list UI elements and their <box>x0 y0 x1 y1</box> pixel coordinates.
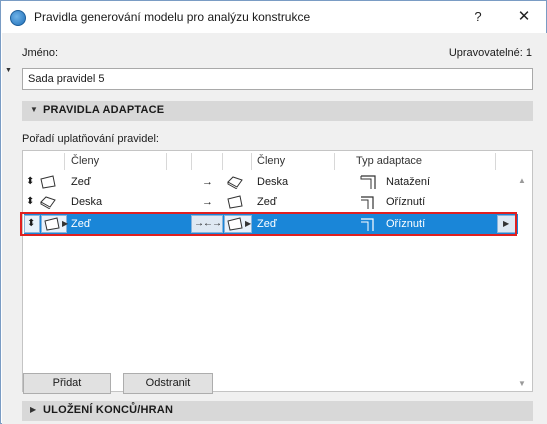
window-title: Pravidla generování modelu pro analýzu k… <box>34 10 311 24</box>
right-arrow-icon: → <box>202 196 213 208</box>
name-label: Jméno: <box>22 47 59 59</box>
order-label: Pořadí uplatňování pravidel: <box>22 133 159 145</box>
left-member: Zeď <box>71 176 91 188</box>
app-icon <box>10 10 26 26</box>
close-button[interactable]: ✕ <box>507 3 541 31</box>
header-members-right: Členy <box>257 155 286 167</box>
reorder-updown-icon[interactable]: ⬍ <box>26 192 34 212</box>
header-members-left: Členy <box>71 155 100 167</box>
wall-icon <box>227 195 243 209</box>
scroll-up-icon[interactable]: ▲ <box>518 176 526 185</box>
wall-icon <box>40 175 56 189</box>
help-button[interactable]: ? <box>463 3 493 31</box>
scroll-down-icon[interactable]: ▼ <box>518 379 526 388</box>
right-member: Deska <box>257 176 289 188</box>
right-member: Zeď <box>257 196 277 208</box>
remove-button[interactable]: Odstranit <box>123 373 213 394</box>
endings-section-title: ULOŽENÍ KONCŮ/HRAN <box>43 404 174 416</box>
pin-icon[interactable]: ▼ <box>5 67 12 74</box>
endings-section-header[interactable]: ▶ ULOŽENÍ KONCŮ/HRAN <box>22 401 533 421</box>
expand-triangle-icon: ▶ <box>30 405 37 414</box>
rule-row[interactable]: ⬍ Deska → Zeď Oříznutí <box>24 192 518 212</box>
add-button[interactable]: Přidat <box>23 373 111 394</box>
right-arrow-icon: → <box>202 176 213 188</box>
dialog-content: ▼ Jméno: Upravovatelné: 1 Sada pravidel … <box>2 33 547 424</box>
collapse-triangle-icon: ▼ <box>30 105 38 114</box>
rule-row[interactable]: ⬍ Zeď → Deska Natažení <box>24 172 518 192</box>
highlight-frame <box>20 212 517 236</box>
slab-icon <box>40 196 56 209</box>
dialog-window: Pravidla generování modelu pro analýzu k… <box>0 0 547 424</box>
name-field[interactable]: Sada pravidel 5 <box>22 68 533 90</box>
header-adaptation-type: Typ adaptace <box>356 155 423 167</box>
rules-list[interactable]: Členy Členy Typ adaptace ⬍ Zeď → Deska N… <box>22 150 533 392</box>
reorder-updown-icon[interactable]: ⬍ <box>26 172 34 192</box>
editable-count: Upravovatelné: 1 <box>448 47 532 59</box>
trim-icon <box>361 196 374 209</box>
slab-icon <box>227 176 243 189</box>
adaptation-type: Natažení <box>386 176 431 188</box>
left-member: Deska <box>71 196 103 208</box>
adaptation-section-header[interactable]: ▼ PRAVIDLA ADAPTACE <box>22 101 533 121</box>
adaptation-type: Oříznutí <box>386 196 426 208</box>
title-bar[interactable]: Pravidla generování modelu pro analýzu k… <box>1 1 546 33</box>
extend-icon <box>360 175 376 189</box>
adaptation-section-title: PRAVIDLA ADAPTACE <box>43 104 165 116</box>
